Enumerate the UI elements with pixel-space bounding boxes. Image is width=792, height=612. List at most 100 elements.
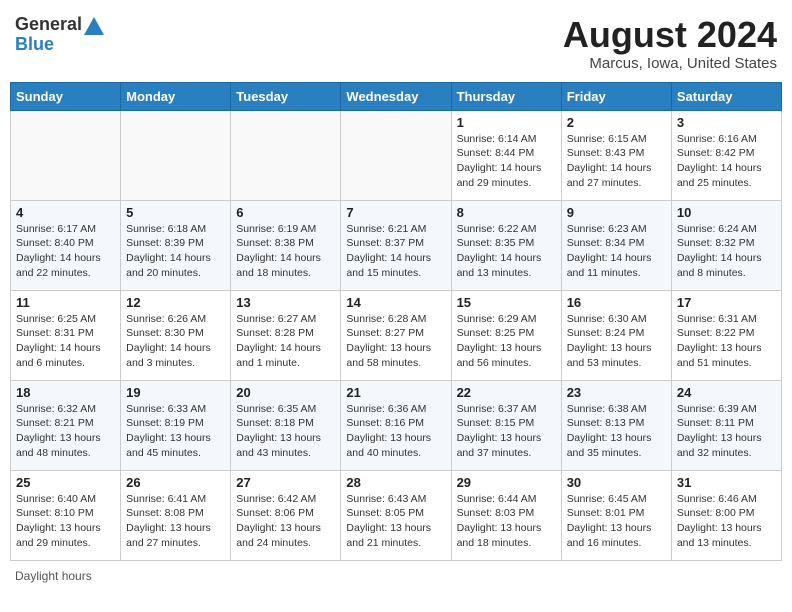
calendar-cell (341, 110, 451, 200)
calendar-cell (231, 110, 341, 200)
calendar-cell: 14 Sunrise: 6:28 AM Sunset: 8:27 PM Dayli… (341, 290, 451, 380)
calendar-cell: 13 Sunrise: 6:27 AM Sunset: 8:28 PM Dayli… (231, 290, 341, 380)
day-info: Sunrise: 6:45 AM Sunset: 8:01 PM Dayligh… (567, 492, 666, 551)
logo-icon-triangle (84, 17, 104, 35)
day-info: Sunrise: 6:30 AM Sunset: 8:24 PM Dayligh… (567, 312, 666, 371)
day-info: Sunrise: 6:32 AM Sunset: 8:21 PM Dayligh… (16, 402, 115, 461)
logo: General Blue (15, 15, 106, 54)
day-number: 25 (16, 475, 115, 490)
calendar-cell: 2 Sunrise: 6:15 AM Sunset: 8:43 PM Daylig… (561, 110, 671, 200)
day-info: Sunrise: 6:28 AM Sunset: 8:27 PM Dayligh… (346, 312, 445, 371)
calendar-week-5: 25 Sunrise: 6:40 AM Sunset: 8:10 PM Dayli… (11, 470, 782, 560)
day-info: Sunrise: 6:42 AM Sunset: 8:06 PM Dayligh… (236, 492, 335, 551)
calendar-cell: 8Sunrise: 6:22 AM Sunset: 8:35 PM Daylig… (451, 200, 561, 290)
weekday-thursday: Thursday (451, 82, 561, 110)
calendar-week-2: 4 Sunrise: 6:17 AM Sunset: 8:40 PM Daylig… (11, 200, 782, 290)
calendar-cell: 26 Sunrise: 6:41 AM Sunset: 8:08 PM Dayli… (121, 470, 231, 560)
logo-general: General (15, 14, 82, 34)
title-area: August 2024 Marcus, Iowa, United States (563, 15, 777, 72)
day-number: 29 (457, 475, 556, 490)
weekday-wednesday: Wednesday (341, 82, 451, 110)
day-number: 27 (236, 475, 335, 490)
day-info: Sunrise: 6:38 AM Sunset: 8:13 PM Dayligh… (567, 402, 666, 461)
weekday-monday: Monday (121, 82, 231, 110)
calendar-cell: 17Sunrise: 6:31 AM Sunset: 8:22 PM Dayli… (671, 290, 781, 380)
day-info: Sunrise: 6:26 AM Sunset: 8:30 PM Dayligh… (126, 312, 225, 371)
weekday-tuesday: Tuesday (231, 82, 341, 110)
day-number: 5 (126, 205, 225, 220)
calendar-week-1: 1 Sunrise: 6:14 AM Sunset: 8:44 PM Daylig… (11, 110, 782, 200)
weekday-sunday: Sunday (11, 82, 121, 110)
footer-label: Daylight hours (10, 569, 782, 583)
day-info: Sunrise: 6:19 AM Sunset: 8:38 PM Dayligh… (236, 222, 335, 281)
logo-blue: Blue (15, 34, 54, 54)
calendar-header-row: SundayMondayTuesdayWednesdayThursdayFrid… (11, 82, 782, 110)
logo-text: General Blue (15, 15, 106, 54)
day-number: 2 (567, 115, 666, 130)
calendar-cell: 19 Sunrise: 6:33 AM Sunset: 8:19 PM Dayli… (121, 380, 231, 470)
day-number: 26 (126, 475, 225, 490)
calendar-cell: 15Sunrise: 6:29 AM Sunset: 8:25 PM Dayli… (451, 290, 561, 380)
day-info: Sunrise: 6:27 AM Sunset: 8:28 PM Dayligh… (236, 312, 335, 371)
calendar-table: SundayMondayTuesdayWednesdayThursdayFrid… (10, 82, 782, 561)
day-info: Sunrise: 6:23 AM Sunset: 8:34 PM Dayligh… (567, 222, 666, 281)
weekday-saturday: Saturday (671, 82, 781, 110)
day-number: 30 (567, 475, 666, 490)
day-info: Sunrise: 6:46 AM Sunset: 8:00 PM Dayligh… (677, 492, 776, 551)
calendar-cell: 30 Sunrise: 6:45 AM Sunset: 8:01 PM Dayli… (561, 470, 671, 560)
day-number: 12 (126, 295, 225, 310)
calendar-cell: 6 Sunrise: 6:19 AM Sunset: 8:38 PM Daylig… (231, 200, 341, 290)
calendar-cell (121, 110, 231, 200)
day-number: 13 (236, 295, 335, 310)
day-number: 24 (677, 385, 776, 400)
day-info: Sunrise: 6:25 AM Sunset: 8:31 PM Dayligh… (16, 312, 115, 371)
day-info: Sunrise: 6:39 AM Sunset: 8:11 PM Dayligh… (677, 402, 776, 461)
day-number: 4 (16, 205, 115, 220)
day-info: Sunrise: 6:37 AM Sunset: 8:15 PM Dayligh… (457, 402, 556, 461)
day-info: Sunrise: 6:14 AM Sunset: 8:44 PM Dayligh… (457, 132, 556, 191)
calendar-cell: 1 Sunrise: 6:14 AM Sunset: 8:44 PM Daylig… (451, 110, 561, 200)
day-number: 7 (346, 205, 445, 220)
day-info: Sunrise: 6:17 AM Sunset: 8:40 PM Dayligh… (16, 222, 115, 281)
day-number: 14 (346, 295, 445, 310)
day-number: 6 (236, 205, 335, 220)
calendar-cell: 25 Sunrise: 6:40 AM Sunset: 8:10 PM Dayli… (11, 470, 121, 560)
day-number: 9 (567, 205, 666, 220)
day-info: Sunrise: 6:31 AM Sunset: 8:22 PM Dayligh… (677, 312, 776, 371)
day-info: Sunrise: 6:15 AM Sunset: 8:43 PM Dayligh… (567, 132, 666, 191)
day-number: 20 (236, 385, 335, 400)
calendar-cell: 27 Sunrise: 6:42 AM Sunset: 8:06 PM Dayli… (231, 470, 341, 560)
day-number: 18 (16, 385, 115, 400)
day-info: Sunrise: 6:43 AM Sunset: 8:05 PM Dayligh… (346, 492, 445, 551)
day-number: 1 (457, 115, 556, 130)
day-info: Sunrise: 6:33 AM Sunset: 8:19 PM Dayligh… (126, 402, 225, 461)
month-year-title: August 2024 (563, 15, 777, 55)
calendar-cell: 3Sunrise: 6:16 AM Sunset: 8:42 PM Daylig… (671, 110, 781, 200)
calendar-cell: 12 Sunrise: 6:26 AM Sunset: 8:30 PM Dayli… (121, 290, 231, 380)
calendar-week-3: 11 Sunrise: 6:25 AM Sunset: 8:31 PM Dayli… (11, 290, 782, 380)
day-info: Sunrise: 6:40 AM Sunset: 8:10 PM Dayligh… (16, 492, 115, 551)
calendar-cell: 11 Sunrise: 6:25 AM Sunset: 8:31 PM Dayli… (11, 290, 121, 380)
day-info: Sunrise: 6:24 AM Sunset: 8:32 PM Dayligh… (677, 222, 776, 281)
day-number: 23 (567, 385, 666, 400)
calendar-cell: 24 Sunrise: 6:39 AM Sunset: 8:11 PM Dayli… (671, 380, 781, 470)
day-info: Sunrise: 6:41 AM Sunset: 8:08 PM Dayligh… (126, 492, 225, 551)
day-info: Sunrise: 6:44 AM Sunset: 8:03 PM Dayligh… (457, 492, 556, 551)
day-number: 16 (567, 295, 666, 310)
calendar-cell: 29 Sunrise: 6:44 AM Sunset: 8:03 PM Dayli… (451, 470, 561, 560)
day-info: Sunrise: 6:22 AM Sunset: 8:35 PM Dayligh… (457, 222, 556, 281)
calendar-cell: 22Sunrise: 6:37 AM Sunset: 8:15 PM Dayli… (451, 380, 561, 470)
day-number: 19 (126, 385, 225, 400)
calendar-cell (11, 110, 121, 200)
calendar-cell: 9 Sunrise: 6:23 AM Sunset: 8:34 PM Daylig… (561, 200, 671, 290)
calendar-cell: 23 Sunrise: 6:38 AM Sunset: 8:13 PM Dayli… (561, 380, 671, 470)
daylight-label: Daylight hours (15, 569, 92, 583)
calendar-cell: 16 Sunrise: 6:30 AM Sunset: 8:24 PM Dayli… (561, 290, 671, 380)
day-info: Sunrise: 6:18 AM Sunset: 8:39 PM Dayligh… (126, 222, 225, 281)
day-info: Sunrise: 6:29 AM Sunset: 8:25 PM Dayligh… (457, 312, 556, 371)
calendar-cell: 5 Sunrise: 6:18 AM Sunset: 8:39 PM Daylig… (121, 200, 231, 290)
page-header: General Blue August 2024 Marcus, Iowa, U… (10, 10, 782, 72)
day-info: Sunrise: 6:36 AM Sunset: 8:16 PM Dayligh… (346, 402, 445, 461)
day-number: 10 (677, 205, 776, 220)
day-number: 11 (16, 295, 115, 310)
